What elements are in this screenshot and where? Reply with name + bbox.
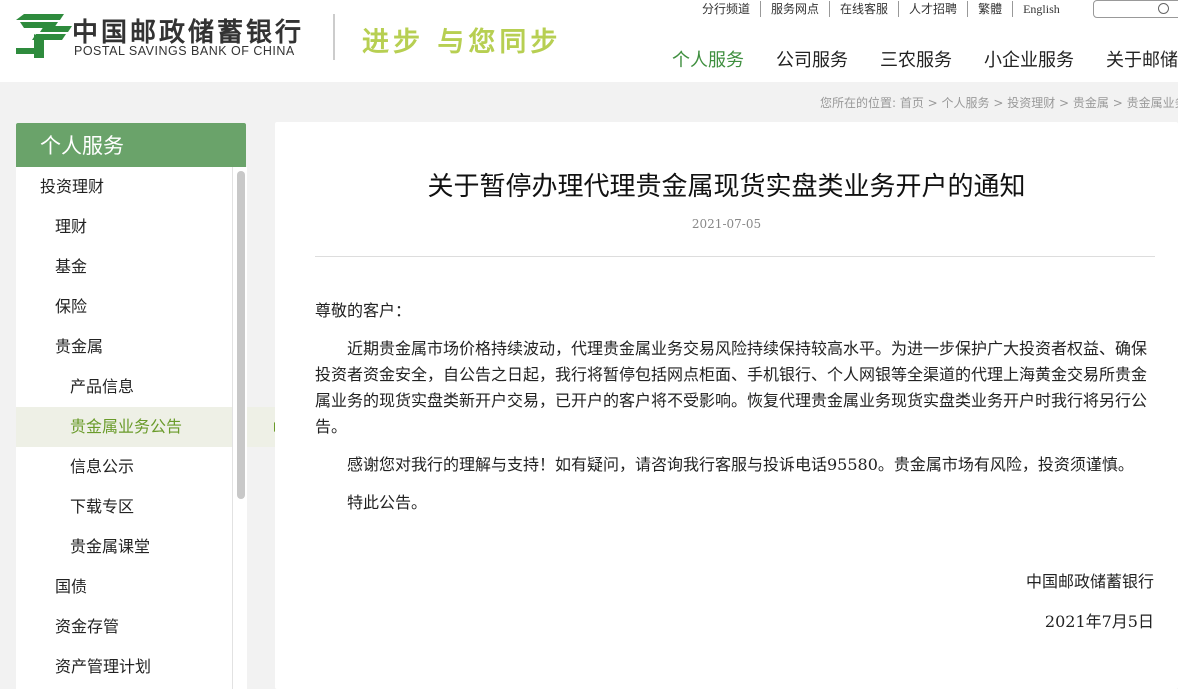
top-link-english[interactable]: English — [1013, 1, 1070, 17]
bank-logo-icon[interactable] — [14, 12, 76, 60]
sidebar-scroll-thumb[interactable] — [237, 171, 245, 499]
top-link-outlets[interactable]: 服务网点 — [761, 1, 831, 17]
breadcrumb[interactable]: 您所在的位置: 首页 > 个人服务 > 投资理财 > 贵金属 > 贵金属业务公告 — [820, 94, 1178, 111]
nav-personal[interactable]: 个人服务 — [672, 46, 744, 72]
sidebar: 个人服务 投资理财 理财 基金 保险 贵金属 产品信息 贵金属业务公告 信息公示… — [16, 123, 284, 689]
header-divider — [333, 14, 335, 60]
header: 中国邮政储蓄银行 POSTAL SAVINGS BANK OF CHINA 进步… — [0, 0, 1178, 82]
article-signer: 中国邮政储蓄银行 — [1025, 572, 1154, 591]
sidebar-item-investment[interactable]: 投资理财 — [16, 167, 254, 207]
nav-rural[interactable]: 三农服务 — [880, 46, 952, 72]
article-paragraph-1: 近期贵金属市场价格持续波动，代理贵金属业务交易风险持续保持较高水平。为进一步保护… — [315, 339, 1148, 436]
article-greeting: 尊敬的客户： — [315, 301, 412, 320]
slogan: 进步 与您同步 — [362, 27, 562, 58]
article-sign-date: 2021年7月5日 — [1044, 612, 1154, 631]
top-link-careers[interactable]: 人才招聘 — [899, 1, 969, 17]
title-divider — [315, 256, 1155, 257]
sidebar-title: 个人服务 — [16, 123, 246, 167]
top-link-branch[interactable]: 分行频道 — [692, 1, 762, 17]
article-body: 尊敬的客户： 近期贵金属市场价格持续波动，代理贵金属业务交易风险持续保持较高水平… — [315, 298, 1155, 528]
sidebar-scrollbar[interactable] — [232, 167, 247, 689]
search-input[interactable] — [1093, 0, 1178, 18]
sidebar-list: 投资理财 理财 基金 保险 贵金属 产品信息 贵金属业务公告 信息公示 下载专区… — [16, 167, 284, 687]
main-nav: 个人服务 公司服务 三农服务 小企业服务 关于邮储 — [672, 46, 1178, 72]
search-icon[interactable] — [1158, 3, 1169, 14]
brand-name-en[interactable]: POSTAL SAVINGS BANK OF CHINA — [74, 44, 295, 58]
article-paragraph-3: 特此公告。 — [347, 493, 428, 512]
top-link-online-service[interactable]: 在线客服 — [830, 1, 900, 17]
article-title: 关于暂停办理代理贵金属现货实盘类业务开户的通知 — [427, 172, 1026, 202]
article-paragraph-2: 感谢您对我行的理解与支持！如有疑问，请咨询我行客服与投诉电话95580。贵金属市… — [347, 455, 1134, 474]
top-links: 分行频道 服务网点 在线客服 人才招聘 繁體 English — [692, 1, 1070, 17]
top-link-traditional[interactable]: 繁體 — [968, 1, 1014, 17]
nav-about[interactable]: 关于邮储 — [1106, 46, 1178, 72]
article-date: 2021-07-05 — [691, 217, 762, 231]
nav-small-business[interactable]: 小企业服务 — [984, 46, 1074, 72]
article-panel: 关于暂停办理代理贵金属现货实盘类业务开户的通知 2021-07-05 尊敬的客户… — [275, 122, 1178, 689]
sidebar-item-label: 贵金属业务公告 — [70, 417, 183, 436]
nav-corporate[interactable]: 公司服务 — [776, 46, 848, 72]
